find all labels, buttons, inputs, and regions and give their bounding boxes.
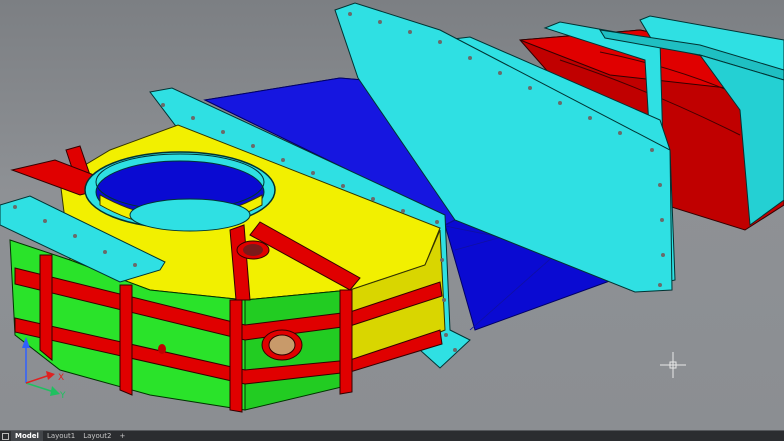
crosshair-cursor-icon: [660, 352, 686, 378]
ucs-y-axis: [25, 382, 55, 393]
model-3d-view[interactable]: X Y: [0, 0, 784, 430]
layout-tab-bar: Model Layout1 Layout2 +: [0, 430, 784, 441]
menu-grid-icon[interactable]: [2, 432, 9, 440]
ucs-x-label: X: [58, 373, 64, 383]
ucs-y-label: Y: [59, 391, 66, 401]
ucs-x-axis: [25, 374, 51, 384]
drawing-viewport[interactable]: X Y: [0, 0, 784, 430]
